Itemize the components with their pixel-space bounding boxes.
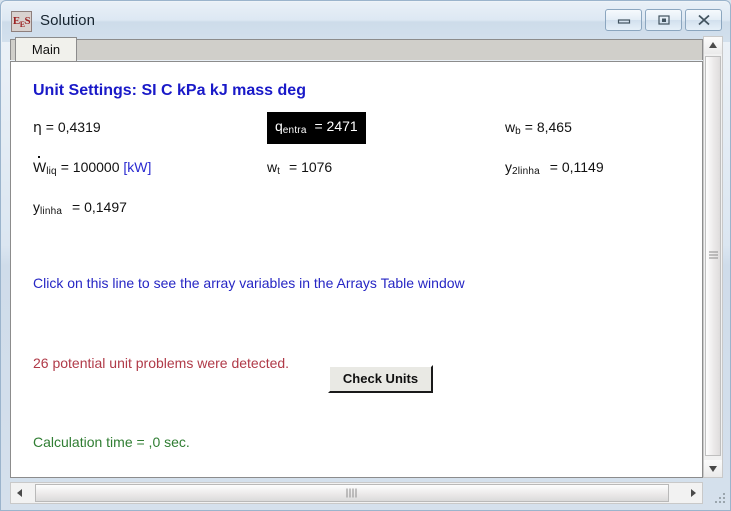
scroll-up-button[interactable] — [704, 37, 722, 54]
result-wliq-value: = 100000 — [60, 159, 120, 175]
tab-strip-background — [10, 39, 703, 60]
result-eta-value: = 0,4319 — [45, 119, 101, 135]
result-wb-value: = 8,465 — [524, 119, 572, 135]
result-y2linha-symbol: y — [505, 159, 512, 175]
result-wliq-symbol: W — [33, 156, 47, 175]
scroll-left-button[interactable] — [11, 483, 29, 503]
result-wt-symbol: w — [267, 159, 278, 175]
result-ylinha-subscript: linha — [40, 206, 63, 218]
arrays-table-link[interactable]: Click on this line to see the array vari… — [33, 275, 465, 291]
title-bar: EES Solution — [2, 2, 730, 42]
chevron-up-icon — [709, 42, 717, 48]
check-units-button[interactable]: Check Units — [328, 365, 433, 393]
horizontal-scrollbar-grip — [346, 488, 358, 498]
result-wliq-unit: [kW] — [123, 159, 152, 175]
close-button[interactable] — [685, 9, 722, 31]
calculation-time-label: Calculation time = ,0 sec. — [33, 434, 190, 450]
chevron-down-icon — [709, 466, 717, 472]
unit-settings-heading: Unit Settings: SI C kPa kJ mass deg — [33, 82, 306, 99]
maximize-button[interactable] — [645, 9, 682, 31]
result-eta-symbol: η — [33, 120, 42, 136]
result-wt-value: = 1076 — [289, 159, 333, 175]
resize-grip-icon[interactable] — [714, 493, 727, 506]
unit-problems-message: 26 potential unit problems were detected… — [33, 355, 290, 371]
maximize-icon — [657, 15, 670, 25]
result-ylinha-symbol: y — [33, 199, 40, 215]
result-qentra-subscript: entra — [282, 125, 307, 137]
result-ylinha-value: = 0,1497 — [72, 199, 127, 215]
result-wb-subscript: b — [515, 126, 521, 138]
tab-strip: Main — [10, 37, 703, 62]
ees-app-icon: EES — [11, 11, 32, 32]
result-wt: wt = 1076 — [267, 159, 332, 177]
horizontal-scrollbar-thumb[interactable] — [35, 484, 669, 502]
result-ylinha: ylinha = 0,1497 — [33, 199, 127, 217]
result-qentra-symbol: q — [275, 118, 283, 134]
horizontal-scrollbar[interactable] — [10, 482, 703, 504]
result-y2linha: y2linha = 0,1149 — [505, 159, 604, 177]
minimize-button[interactable] — [605, 9, 642, 31]
result-qentra-value: = 2471 — [314, 118, 358, 134]
result-wt-subscript: t — [277, 166, 281, 178]
vertical-scrollbar-grip — [709, 251, 718, 261]
scroll-down-button[interactable] — [704, 460, 722, 477]
result-qentra[interactable]: qentra = 2471 — [267, 112, 366, 145]
solution-window: EES Solution Main Unit Settings: SI C kP… — [0, 0, 731, 511]
solution-content: Unit Settings: SI C kPa kJ mass deg η = … — [11, 62, 689, 477]
chevron-right-icon — [691, 489, 696, 497]
minimize-icon — [617, 19, 630, 24]
result-wliq-subscript: liq — [46, 166, 57, 178]
result-eta: η = 0,4319 — [33, 119, 101, 136]
vertical-scrollbar[interactable] — [703, 36, 723, 478]
result-wliq: Wliq = 100000 [kW] — [33, 156, 152, 178]
result-y2linha-subscript: 2linha — [512, 166, 540, 178]
tab-main[interactable]: Main — [15, 37, 77, 62]
window-controls — [605, 9, 722, 31]
result-wb-symbol: w — [505, 119, 516, 135]
solution-content-panel: Unit Settings: SI C kPa kJ mass deg η = … — [10, 61, 703, 478]
close-icon — [697, 14, 710, 26]
result-wb: wb = 8,465 — [505, 119, 572, 137]
scroll-right-button[interactable] — [684, 483, 702, 503]
result-y2linha-value: = 0,1149 — [549, 159, 604, 175]
window-title: Solution — [40, 12, 96, 29]
chevron-left-icon — [17, 489, 22, 497]
vertical-scrollbar-thumb[interactable] — [705, 56, 721, 456]
